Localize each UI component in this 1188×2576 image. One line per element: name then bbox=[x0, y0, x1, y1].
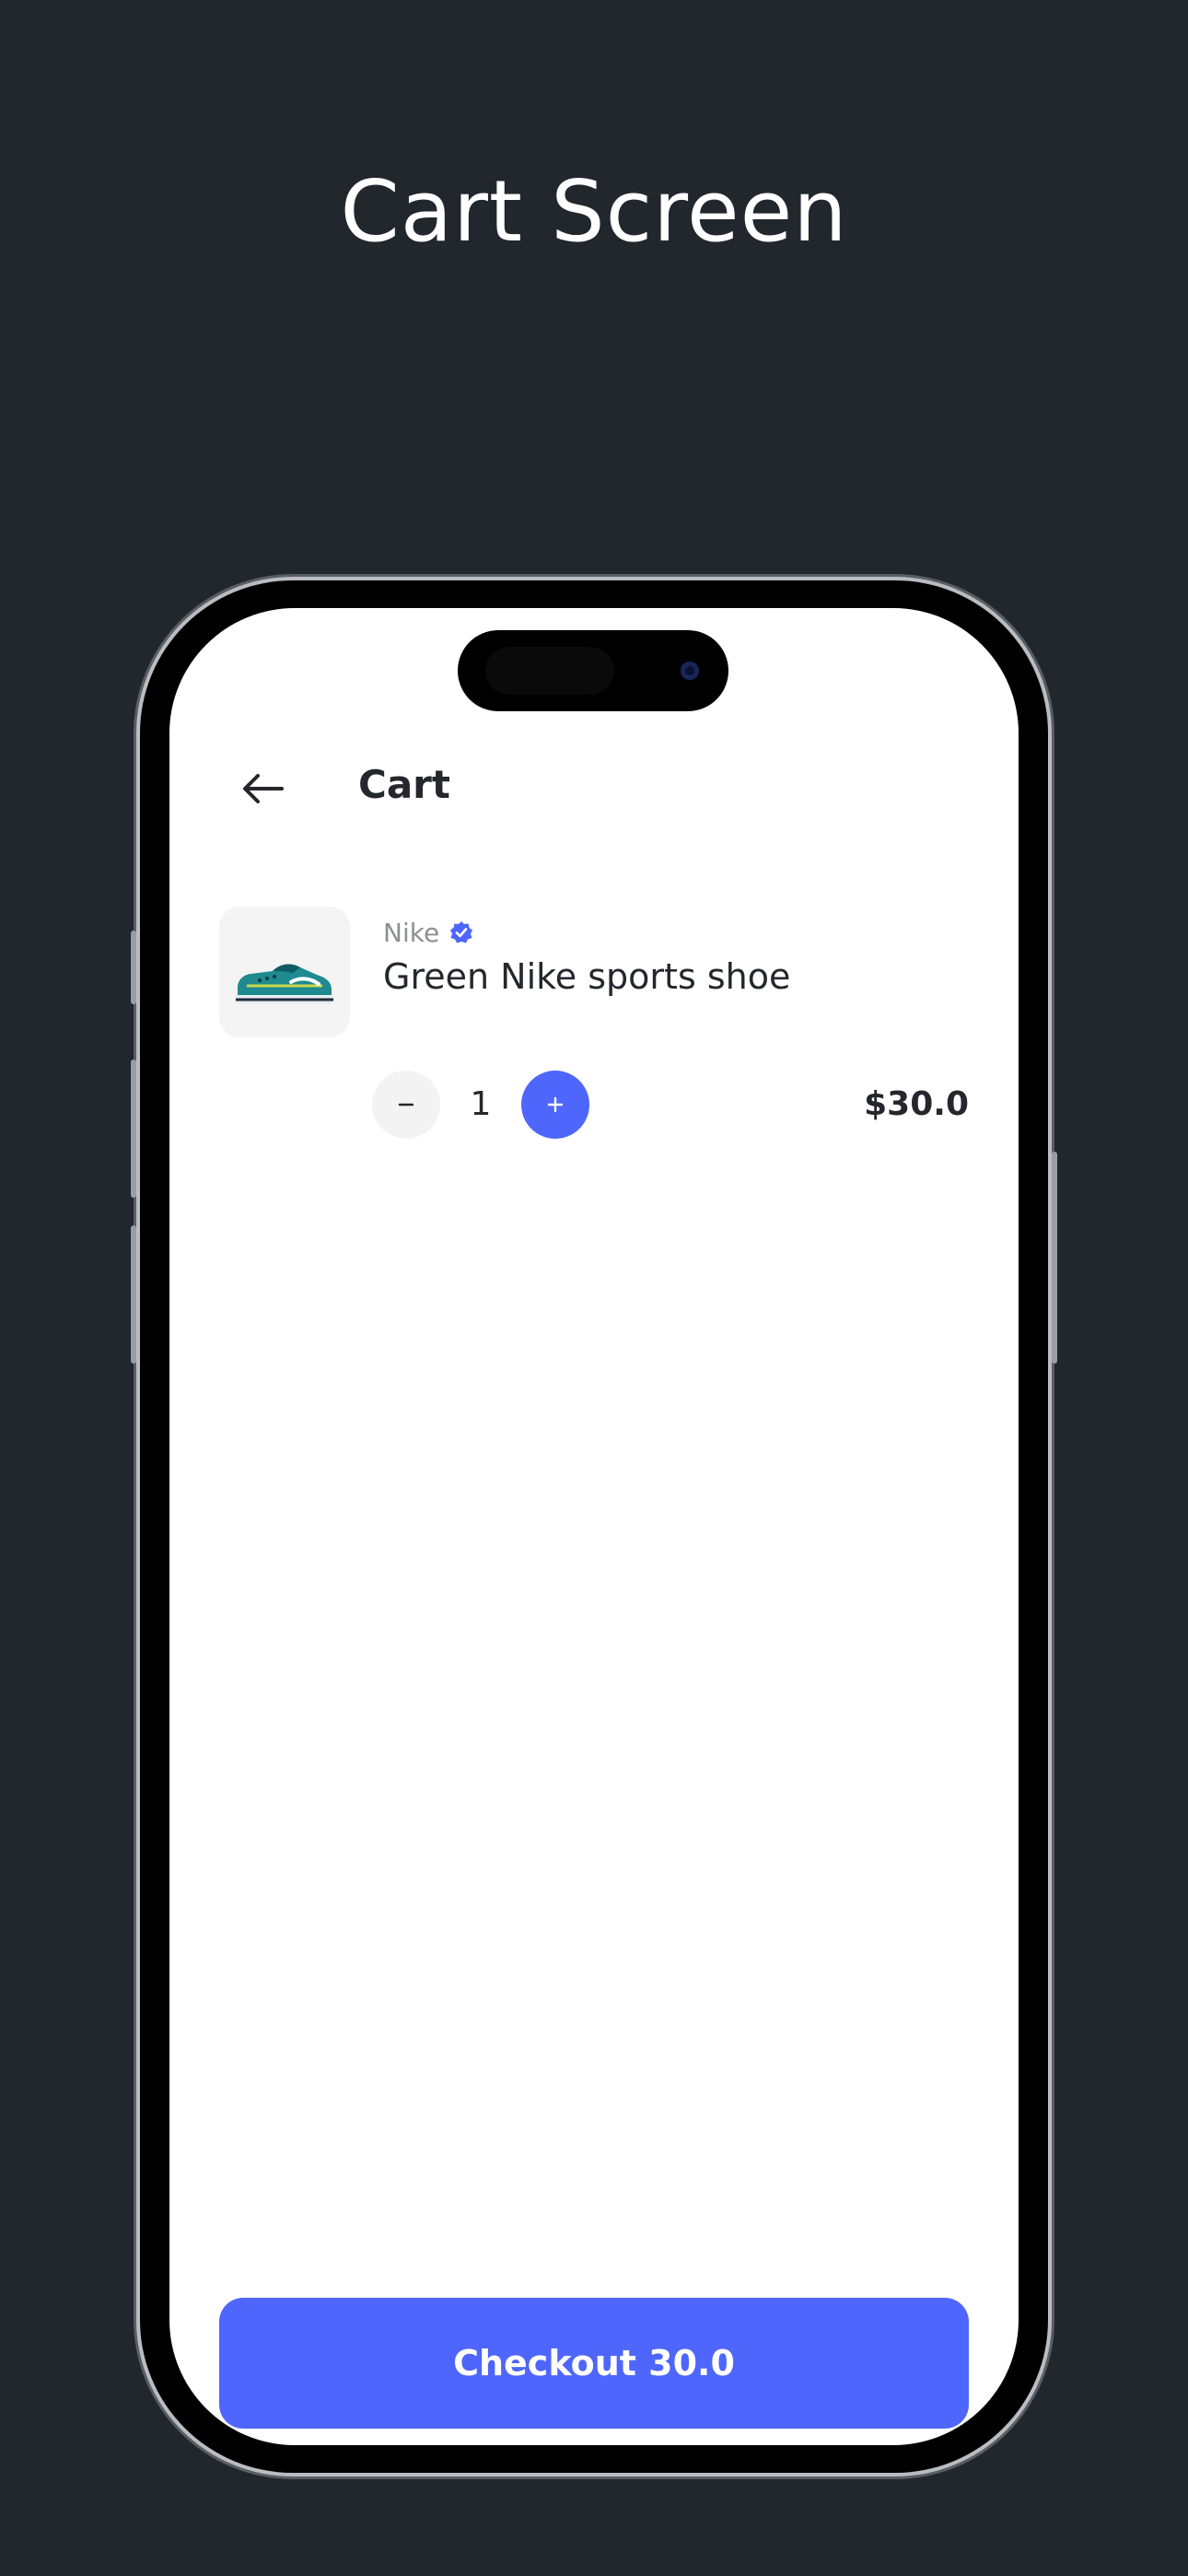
brand-name: Nike bbox=[383, 917, 440, 948]
front-camera-icon bbox=[681, 662, 699, 680]
page-title: Cart bbox=[358, 762, 450, 807]
side-button bbox=[1052, 1152, 1057, 1364]
checkout-button[interactable]: Checkout 30.0 bbox=[219, 2298, 969, 2429]
cart-item: Nike Green Nike sports shoe 1 $30.0 bbox=[219, 907, 969, 1174]
arrow-left-icon bbox=[243, 774, 284, 803]
minus-icon bbox=[398, 1103, 414, 1107]
side-button bbox=[131, 1060, 136, 1198]
product-name: Green Nike sports shoe bbox=[383, 956, 791, 997]
increase-quantity-button[interactable] bbox=[521, 1071, 589, 1139]
verified-badge-icon bbox=[450, 921, 473, 943]
item-price: $30.0 bbox=[864, 1085, 969, 1123]
product-image[interactable] bbox=[219, 907, 350, 1037]
phone-frame: Cart Nike Green Nike sports shoe 1 $30.0… bbox=[131, 580, 1057, 2473]
side-button bbox=[131, 931, 136, 1004]
back-button[interactable] bbox=[238, 763, 289, 814]
brand-row: Nike bbox=[383, 914, 474, 951]
island-sensor bbox=[485, 647, 614, 695]
page-heading: Cart Screen bbox=[340, 162, 848, 261]
plus-icon bbox=[547, 1096, 564, 1113]
decrease-quantity-button[interactable] bbox=[372, 1071, 440, 1139]
phone-screen: Cart Nike Green Nike sports shoe 1 $30.0… bbox=[169, 608, 1019, 2445]
dynamic-island bbox=[458, 630, 728, 711]
side-button bbox=[131, 1225, 136, 1364]
sneaker-image bbox=[236, 964, 333, 1004]
quantity-value: 1 bbox=[470, 1085, 492, 1123]
